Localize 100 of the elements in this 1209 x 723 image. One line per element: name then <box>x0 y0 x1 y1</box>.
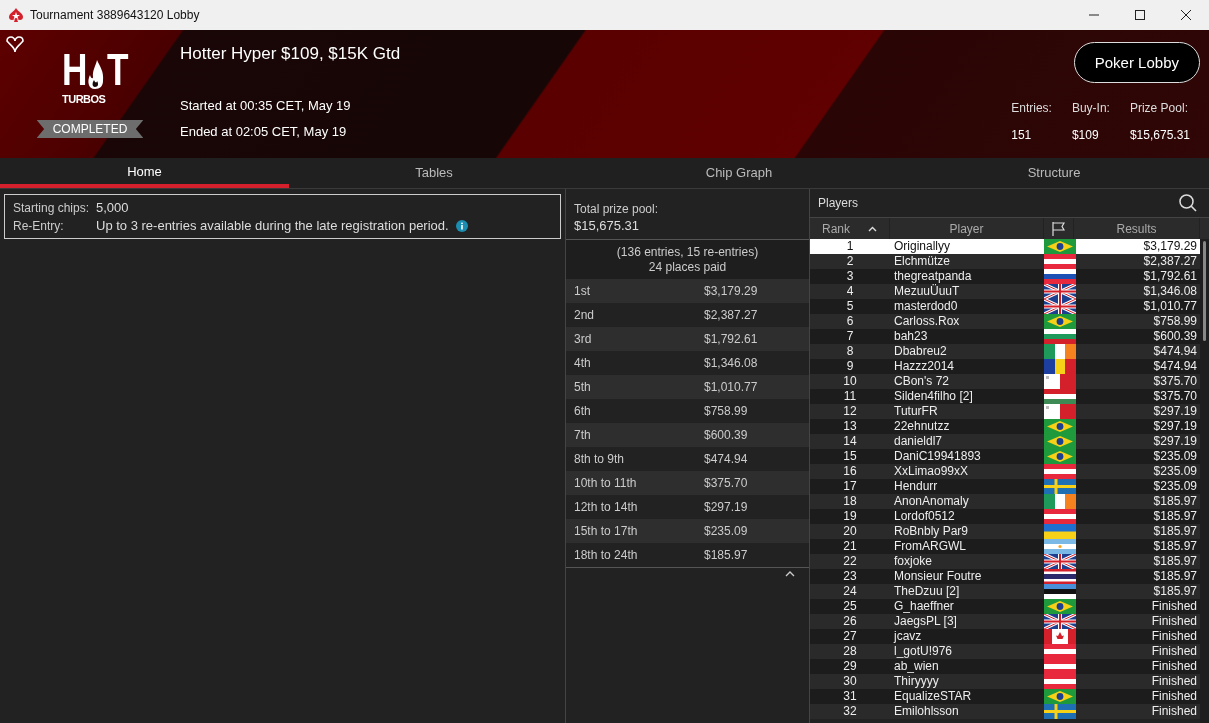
info-icon[interactable] <box>455 219 468 232</box>
player-row[interactable]: 1 Originallyy $3,179.29 <box>810 239 1200 254</box>
player-row[interactable]: 11 Silden4filho [2] $375.70 <box>810 389 1200 404</box>
country-flag-icon <box>1044 359 1076 374</box>
heart-icon[interactable] <box>6 36 24 53</box>
result-cell-text: $1,010.77 <box>1142 299 1198 314</box>
payout-place: 18th to 24th <box>574 548 639 562</box>
player-row[interactable]: 20 RoBnbly Par9 $185.97 <box>810 524 1200 539</box>
player-row[interactable]: 24 TheDzuu [2] $185.97 <box>810 584 1200 599</box>
player-row[interactable]: 18 AnonAnomaly $185.97 <box>810 494 1200 509</box>
player-name: Dbabreu2 <box>893 344 948 359</box>
country-flag-icon <box>1044 494 1076 509</box>
country-flag-icon <box>1044 599 1076 614</box>
player-name: EqualizeSTAR <box>893 689 973 704</box>
result-cell-text: $297.19 <box>1152 404 1198 419</box>
player-row[interactable]: 12 TuturFR $297.19 <box>810 404 1200 419</box>
start-time: Started at 00:35 CET, May 19 <box>180 98 352 113</box>
payout-amount: $3,179.29 <box>704 284 758 298</box>
tournament-title: Hotter Hyper $109, $15K Gtd <box>180 44 401 64</box>
result-cell-text: Finished <box>1150 689 1198 704</box>
player-name: CBon's 72 <box>893 374 950 389</box>
result-cell-text: $185.97 <box>1152 494 1198 509</box>
player-name: Emilohlsson <box>893 704 960 719</box>
rank-cell-text: 31 <box>842 689 858 704</box>
stat-label: Entries: <box>1011 101 1052 115</box>
player-name: masterdod0 <box>893 299 959 314</box>
country-flag-icon <box>1044 569 1076 584</box>
result-cell-text: $1,792.61 <box>1142 269 1198 284</box>
player-name: Monsieur Foutre <box>893 569 983 584</box>
player-row[interactable]: 3 thegreatpanda $1,792.61 <box>810 269 1200 284</box>
player-row[interactable]: 9 Hazzz2014 $474.94 <box>810 359 1200 374</box>
result-cell-text: $185.97 <box>1152 509 1198 524</box>
player-row[interactable]: 14 danieldl7 $297.19 <box>810 434 1200 449</box>
player-row[interactable]: 30 Thiryyyy Finished <box>810 674 1200 689</box>
player-row[interactable]: 21 FromARGWL $185.97 <box>810 539 1200 554</box>
player-row[interactable]: 29 ab_wien Finished <box>810 659 1200 674</box>
player-row[interactable]: 25 G_haeffner Finished <box>810 599 1200 614</box>
maximize-icon[interactable] <box>1135 10 1145 20</box>
player-row[interactable]: 5 masterdod0 $1,010.77 <box>810 299 1200 314</box>
player-row[interactable]: 28 l_gotU!976 Finished <box>810 644 1200 659</box>
player-name: ab_wien <box>893 659 940 674</box>
rank-cell-text: 22 <box>842 554 858 569</box>
info-value: Up to 3 re-entries available during the late registration period. <box>96 218 449 233</box>
player-row[interactable]: 23 Monsieur Foutre $185.97 <box>810 569 1200 584</box>
player-name: bah23 <box>893 329 929 344</box>
rank-cell-text: 20 <box>842 524 858 539</box>
player-row[interactable]: 2 Elchmütze $2,387.27 <box>810 254 1200 269</box>
payout-place: 15th to 17th <box>574 524 639 538</box>
close-icon[interactable] <box>1181 10 1191 20</box>
collapse-caret-icon[interactable] <box>785 570 795 577</box>
scrollbar[interactable] <box>1200 239 1209 723</box>
player-row[interactable]: 32 Emilohlsson Finished <box>810 704 1200 719</box>
rank-cell-text: 32 <box>842 704 858 719</box>
player-name: jcavz <box>892 629 923 644</box>
player-row[interactable]: 6 Carloss.Rox $758.99 <box>810 314 1200 329</box>
player-name: thegreatpanda <box>893 269 973 284</box>
result-cell-text: Finished <box>1150 599 1198 614</box>
player-row[interactable]: 27 jcavz Finished <box>810 629 1200 644</box>
player-row[interactable]: 22 foxjoke $185.97 <box>810 554 1200 569</box>
player-row[interactable]: 15 DaniC19941893 $235.09 <box>810 449 1200 464</box>
sort-caret-icon <box>868 225 877 232</box>
stat-value: $15,675.31 <box>1129 128 1190 142</box>
player-row[interactable]: 31 EqualizeSTAR Finished <box>810 689 1200 704</box>
rank-cell-text: 9 <box>845 359 855 374</box>
payout-amount: $2,387.27 <box>704 308 758 322</box>
country-flag-icon <box>1044 284 1076 299</box>
payout-amount: $1,792.61 <box>704 332 758 346</box>
scrollbar-thumb[interactable] <box>1203 241 1206 341</box>
player-row[interactable]: 13 22ehnutzz $297.19 <box>810 419 1200 434</box>
payout-place: 3rd <box>574 332 593 346</box>
player-row[interactable]: 19 Lordof0512 $185.97 <box>810 509 1200 524</box>
tab[interactable]: Tables <box>289 158 579 188</box>
tab[interactable]: Structure <box>899 158 1209 188</box>
player-row[interactable]: 8 Dbabreu2 $474.94 <box>810 344 1200 359</box>
player-row[interactable]: 10 CBon's 72 $375.70 <box>810 374 1200 389</box>
country-flag-icon <box>1044 404 1076 419</box>
player-row[interactable]: 16 XxLimao99xX $235.09 <box>810 464 1200 479</box>
rank-cell-text: 15 <box>842 449 858 464</box>
players-title: Players <box>818 196 858 210</box>
country-flag-icon <box>1044 524 1076 539</box>
player-row[interactable]: 4 MezuuÜuuT $1,346.08 <box>810 284 1200 299</box>
player-row[interactable]: 7 bah23 $600.39 <box>810 329 1200 344</box>
country-flag-icon <box>1044 614 1076 629</box>
player-row[interactable]: 17 Hendurr $235.09 <box>810 479 1200 494</box>
country-flag-icon <box>1044 629 1076 644</box>
player-name: l_gotU!976 <box>893 644 954 659</box>
result-cell-text: Finished <box>1150 674 1198 689</box>
country-flag-icon <box>1044 254 1076 269</box>
payout-place: 6th <box>574 404 592 418</box>
tab[interactable]: Home <box>0 158 289 188</box>
player-name: Hendurr <box>893 479 939 494</box>
rank-cell-text: 10 <box>842 374 858 389</box>
player-row[interactable]: 26 JaegsPL [3] Finished <box>810 614 1200 629</box>
player-name: XxLimao99xX <box>893 464 970 479</box>
result-cell-text: $297.19 <box>1152 419 1198 434</box>
poker-lobby-button[interactable]: Poker Lobby <box>1073 42 1200 83</box>
rank-cell-text: 6 <box>845 314 855 329</box>
tab[interactable]: Chip Graph <box>579 158 899 188</box>
search-icon[interactable] <box>1179 194 1197 212</box>
country-flag-icon <box>1044 689 1076 704</box>
